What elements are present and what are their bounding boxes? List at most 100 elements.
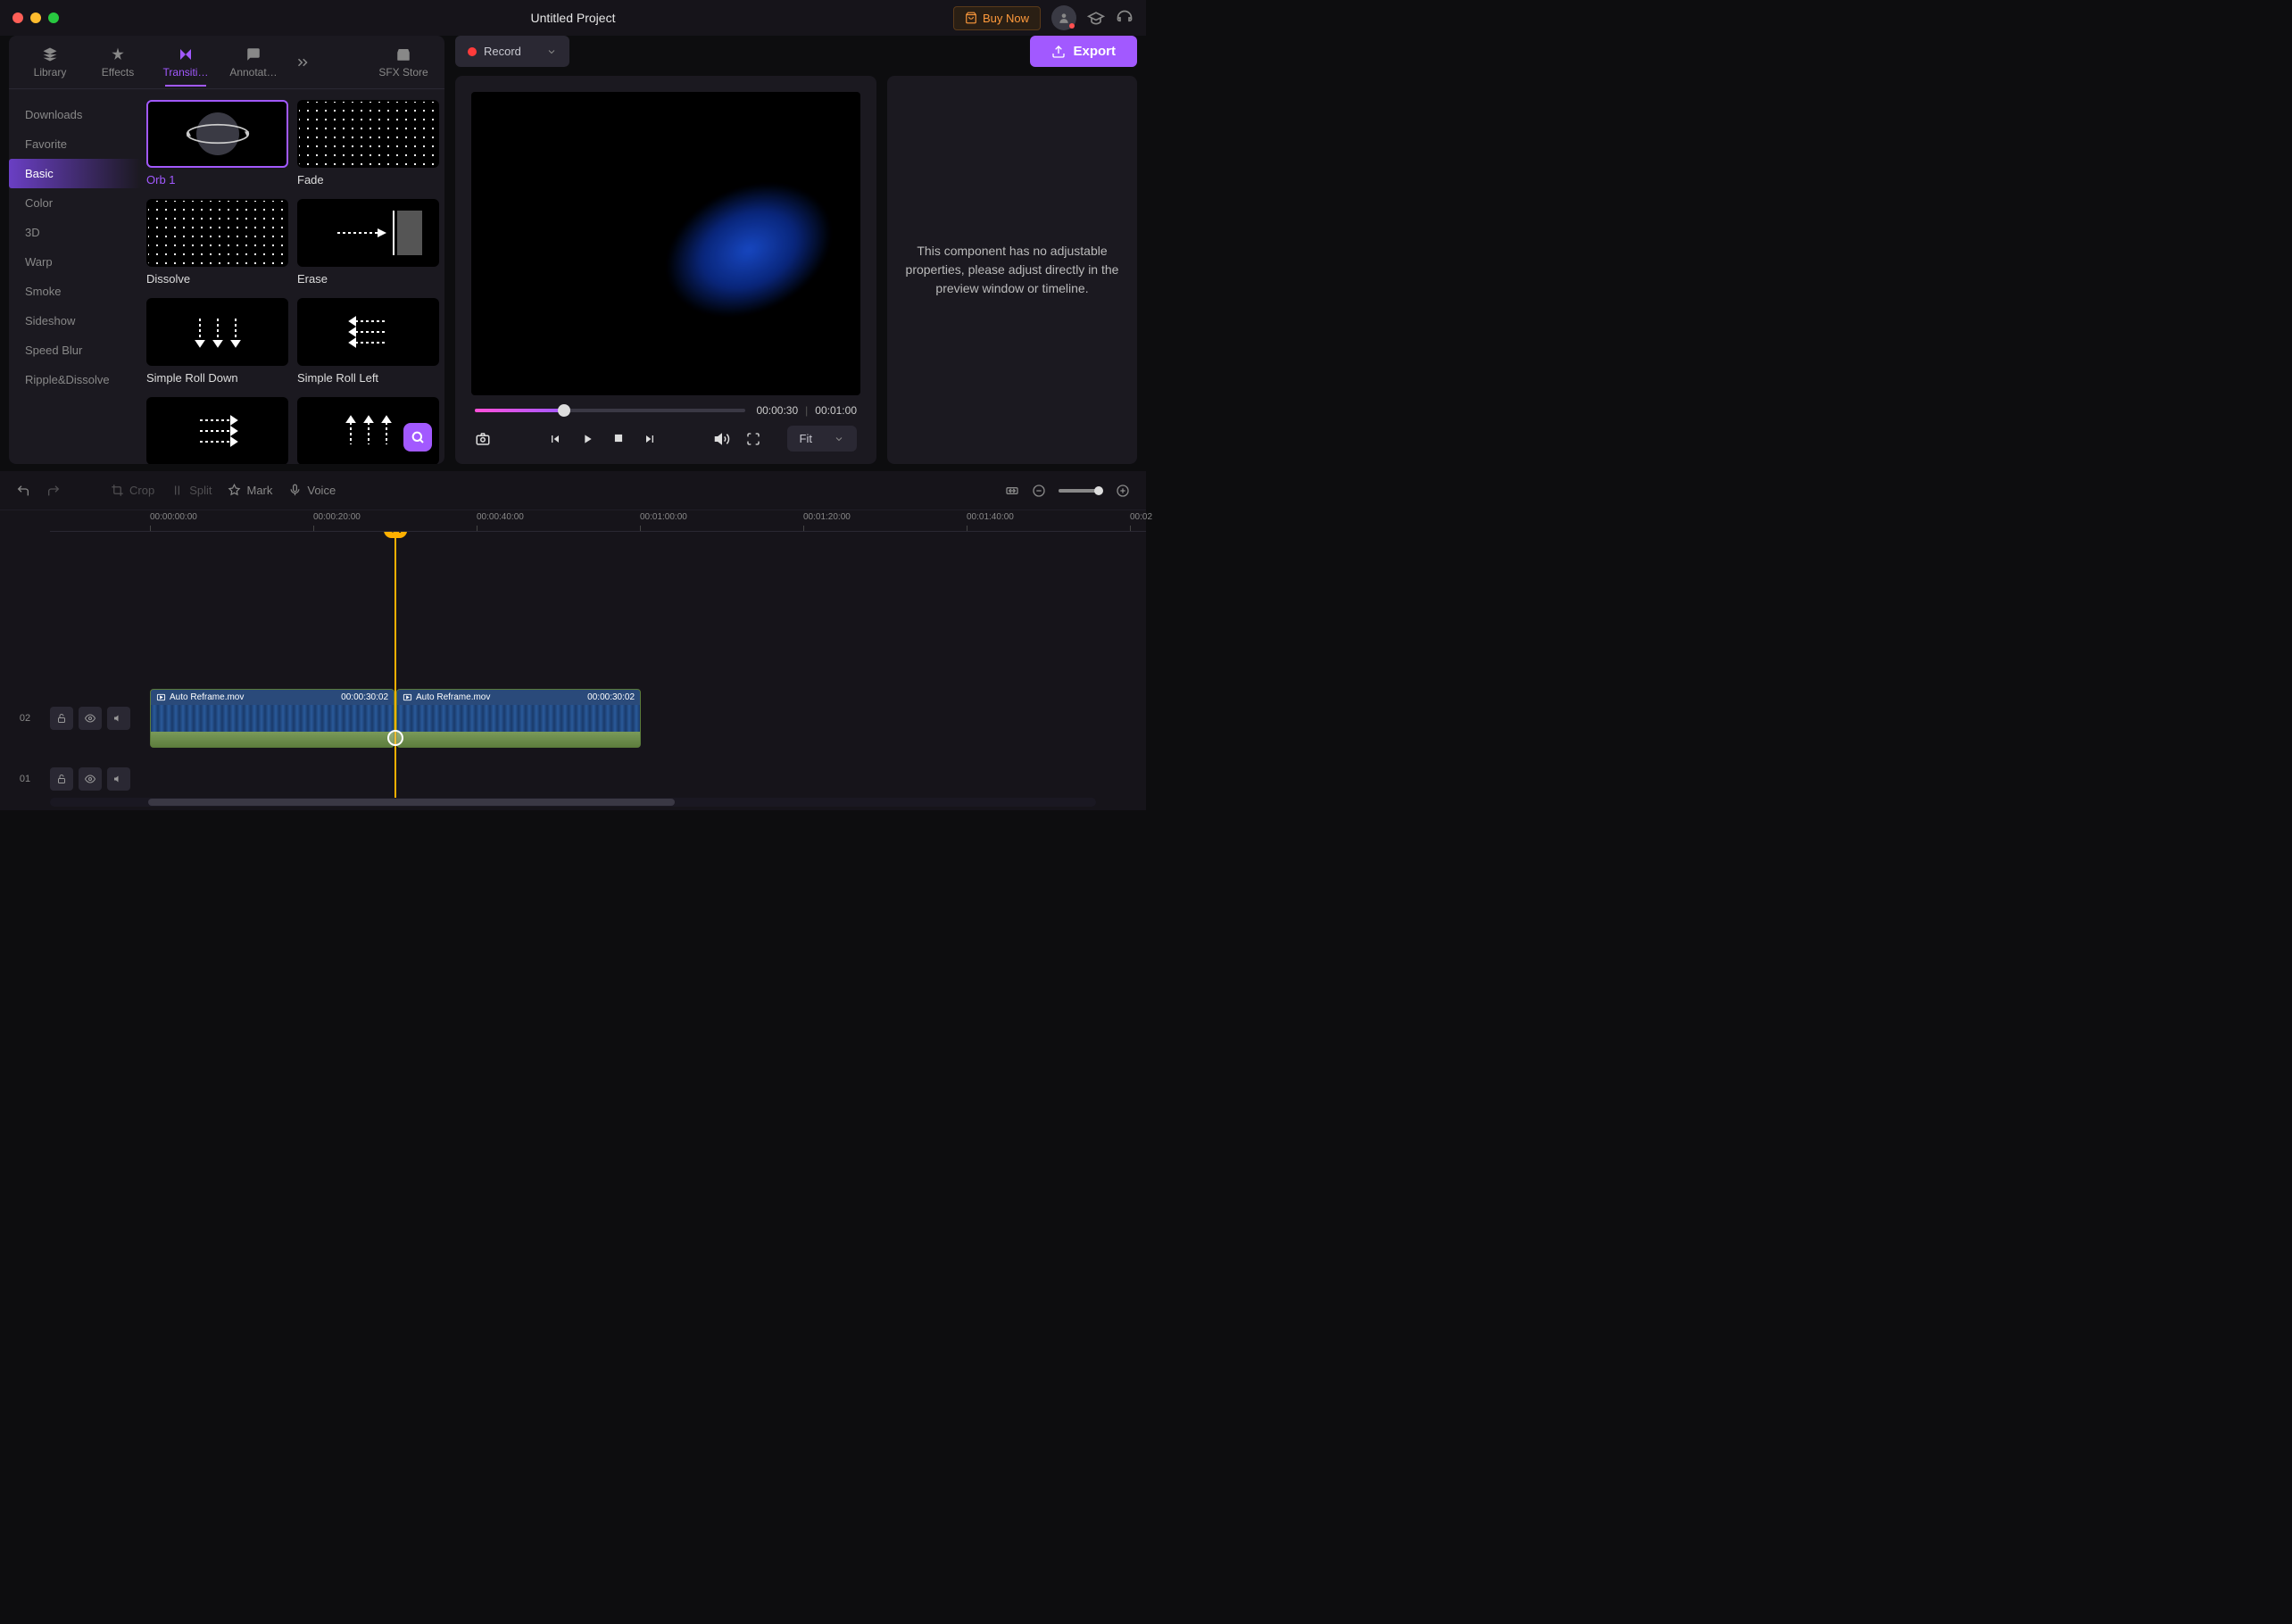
minimize-window[interactable]: [30, 12, 41, 23]
playhead-handle[interactable]: ⫞ ⫣: [384, 532, 407, 538]
transition-label: Simple Roll Left: [297, 371, 439, 385]
clip-1[interactable]: Auto Reframe.mov 00:00:30:02: [150, 689, 394, 748]
user-avatar[interactable]: [1051, 5, 1076, 30]
timeline-toolbar: Crop Split Mark Voice: [0, 471, 1146, 510]
transition-simple-roll-left[interactable]: Simple Roll Left: [297, 298, 439, 385]
tab-effects-label: Effects: [102, 66, 134, 79]
track-number: 02: [20, 713, 30, 724]
record-icon: [468, 47, 477, 56]
record-button[interactable]: Record: [455, 36, 569, 67]
tab-library[interactable]: Library: [16, 39, 84, 86]
tab-more[interactable]: [287, 47, 318, 78]
volume-button[interactable]: [714, 431, 730, 447]
track-lock-button[interactable]: [50, 767, 73, 791]
media-panel: Library Effects Transiti… Annotat… SFX S…: [9, 36, 444, 464]
transition-simple-roll-right[interactable]: [146, 397, 288, 464]
fullscreen-button[interactable]: [746, 432, 760, 446]
fit-timeline-button[interactable]: [1005, 484, 1019, 498]
headset-icon[interactable]: [1116, 9, 1134, 27]
titlebar: Untitled Project Buy Now: [0, 0, 1146, 36]
fit-select[interactable]: Fit: [787, 426, 857, 452]
current-time: 00:00:30: [756, 404, 798, 417]
voice-button[interactable]: Voice: [288, 484, 336, 497]
properties-message: This component has no adjustable propert…: [905, 242, 1119, 298]
snapshot-button[interactable]: [475, 431, 491, 447]
category-speed-blur[interactable]: Speed Blur: [9, 336, 141, 365]
category-smoke[interactable]: Smoke: [9, 277, 141, 306]
tab-effects[interactable]: Effects: [84, 39, 152, 86]
search-button[interactable]: [403, 423, 432, 452]
close-window[interactable]: [12, 12, 23, 23]
playhead[interactable]: ⫞ ⫣: [394, 532, 396, 798]
tab-sfx-label: SFX Store: [378, 66, 428, 79]
clip-name: Auto Reframe.mov: [416, 692, 490, 702]
track-visibility-button[interactable]: [79, 767, 102, 791]
prev-frame-button[interactable]: [548, 432, 562, 446]
chevron-down-icon: [546, 46, 557, 57]
zoom-in-button[interactable]: [1116, 484, 1130, 498]
tab-transitions-label: Transiti…: [163, 66, 209, 79]
preview-video[interactable]: [471, 92, 860, 395]
buy-now-label: Buy Now: [983, 12, 1029, 25]
category-favorite[interactable]: Favorite: [9, 129, 141, 159]
track-mute-button[interactable]: [107, 707, 130, 730]
category-downloads[interactable]: Downloads: [9, 100, 141, 129]
category-3d[interactable]: 3D: [9, 218, 141, 247]
progress-bar[interactable]: [475, 409, 745, 412]
stop-button[interactable]: [612, 432, 625, 446]
transition-orb-1[interactable]: Orb 1: [146, 100, 288, 186]
category-basic[interactable]: Basic: [9, 159, 141, 188]
zoom-slider[interactable]: [1059, 489, 1103, 493]
tab-transitions[interactable]: Transiti…: [152, 39, 220, 86]
tab-library-label: Library: [34, 66, 67, 79]
transition-erase[interactable]: Erase: [297, 199, 439, 286]
transition-label: Fade: [297, 173, 439, 186]
clip-name: Auto Reframe.mov: [170, 692, 244, 702]
tab-sfx-store[interactable]: SFX Store: [370, 39, 437, 86]
track-visibility-button[interactable]: [79, 707, 102, 730]
zoom-out-button[interactable]: [1032, 484, 1046, 498]
redo-button[interactable]: [46, 484, 61, 498]
timeline-scrollbar[interactable]: [50, 798, 1096, 807]
next-frame-button[interactable]: [643, 432, 657, 446]
ruler-tick: 00:02: [1130, 512, 1152, 522]
category-sideshow[interactable]: Sideshow: [9, 306, 141, 336]
panel-tabs: Library Effects Transiti… Annotat… SFX S…: [9, 36, 444, 89]
track-02: 02 Auto Reframe.mov 00:00:30:02 Au: [0, 691, 1146, 746]
time-divider: |: [805, 404, 808, 417]
project-title: Untitled Project: [531, 11, 616, 25]
preview-content: [655, 176, 843, 323]
ruler-tick: 00:01:40:00: [967, 512, 1014, 522]
category-warp[interactable]: Warp: [9, 247, 141, 277]
split-button[interactable]: Split: [170, 484, 212, 497]
export-label: Export: [1073, 44, 1116, 59]
maximize-window[interactable]: [48, 12, 59, 23]
track-mute-button[interactable]: [107, 767, 130, 791]
academy-icon[interactable]: [1087, 9, 1105, 27]
transition-label: Dissolve: [146, 272, 288, 286]
voice-label: Voice: [307, 484, 336, 497]
undo-button[interactable]: [16, 484, 30, 498]
crop-button[interactable]: Crop: [111, 484, 154, 497]
transition-fade[interactable]: Fade: [297, 100, 439, 186]
transition-marker[interactable]: [387, 730, 403, 746]
tracks-area[interactable]: ⫞ ⫣ 02 Auto Reframe.mov 00:00:30:02: [0, 532, 1146, 798]
tab-annotations-label: Annotat…: [229, 66, 277, 79]
category-ripple-dissolve[interactable]: Ripple&Dissolve: [9, 365, 141, 394]
track-lock-button[interactable]: [50, 707, 73, 730]
timeline-ruler[interactable]: 00:00:00:00 00:00:20:00 00:00:40:00 00:0…: [50, 510, 1146, 532]
mark-button[interactable]: Mark: [228, 484, 272, 497]
buy-now-button[interactable]: Buy Now: [953, 6, 1041, 30]
transition-simple-roll-down[interactable]: Simple Roll Down: [146, 298, 288, 385]
transition-label: Erase: [297, 272, 439, 286]
split-label: Split: [189, 484, 212, 497]
ruler-tick: 00:01:20:00: [803, 512, 851, 522]
category-color[interactable]: Color: [9, 188, 141, 218]
play-button[interactable]: [580, 432, 594, 446]
clip-2[interactable]: Auto Reframe.mov 00:00:30:02: [396, 689, 641, 748]
export-button[interactable]: Export: [1030, 36, 1137, 67]
ruler-tick: 00:00:00:00: [150, 512, 197, 522]
transition-dissolve[interactable]: Dissolve: [146, 199, 288, 286]
mark-label: Mark: [246, 484, 272, 497]
tab-annotations[interactable]: Annotat…: [220, 39, 287, 86]
